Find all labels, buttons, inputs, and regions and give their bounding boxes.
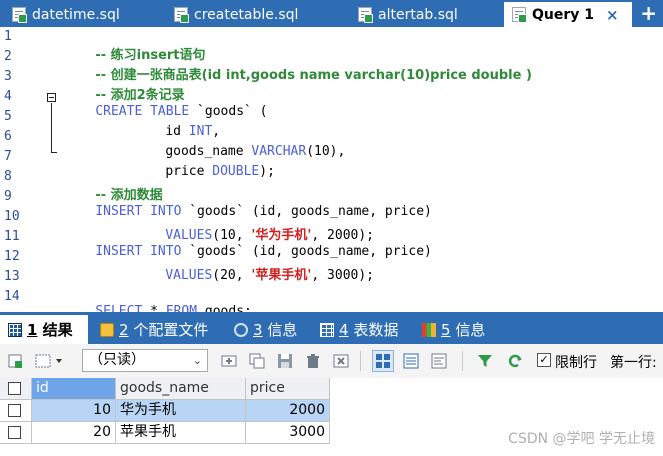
chevron-down-icon: ⌄ xyxy=(192,354,202,367)
line-number: 7 xyxy=(4,149,12,164)
tab-number: 4 xyxy=(339,321,349,339)
sql-file-icon xyxy=(512,7,527,23)
select-all-cell[interactable] xyxy=(0,378,32,400)
add-tab-icon[interactable]: + xyxy=(640,1,657,25)
code-text: , 3000); xyxy=(311,268,375,283)
tab-label: createtable.sql xyxy=(194,6,299,23)
fold-guide xyxy=(51,103,52,153)
table-cell-price[interactable]: 2000 xyxy=(246,400,330,422)
tab-number: 3 xyxy=(253,321,263,339)
code-text: (10), xyxy=(306,144,346,159)
fold-guide-end xyxy=(51,152,57,153)
line-number: 13 xyxy=(4,269,20,284)
table-cell-goods-name[interactable]: 华为手机 xyxy=(116,400,246,422)
row-checkbox[interactable] xyxy=(8,404,21,417)
column-header-id[interactable]: id xyxy=(32,378,116,400)
export-icon[interactable] xyxy=(6,352,24,370)
toolbar-separator xyxy=(462,351,463,371)
save-icon[interactable] xyxy=(276,352,294,370)
tab-altertab-sql[interactable]: altertab.sql xyxy=(350,2,500,27)
string-literal: '苹果手机' xyxy=(251,268,312,283)
row-selector[interactable] xyxy=(0,422,32,444)
table-data-icon xyxy=(320,322,334,337)
filter-icon[interactable] xyxy=(476,352,494,370)
text-view-icon[interactable] xyxy=(430,352,448,370)
tab-label: 结果 xyxy=(37,321,73,339)
fold-toggle-icon[interactable] xyxy=(47,93,56,102)
tab-label: 信息 xyxy=(262,321,298,339)
line-number: 11 xyxy=(4,229,20,244)
line-number: 1 xyxy=(4,29,12,44)
tab-info-5[interactable]: 5 信息 xyxy=(414,315,504,344)
toolbar-separator xyxy=(360,351,361,371)
sql-file-icon xyxy=(12,7,27,23)
info-icon xyxy=(234,322,248,337)
watermark: CSDN @学吧 学无止境 xyxy=(508,431,655,447)
table-cell-id[interactable]: 20 xyxy=(32,422,116,444)
line-number: 5 xyxy=(4,109,12,124)
result-toolbar: （只读） ⌄ ✓ 限制行 第一行: xyxy=(0,344,663,379)
tab-label: Query 1 xyxy=(532,6,595,23)
insert-row-icon[interactable] xyxy=(220,352,238,370)
keyword: VALUES xyxy=(165,268,213,283)
column-header-goods-name[interactable]: goods_name xyxy=(116,378,246,400)
tab-label: 信息 xyxy=(450,321,486,339)
view-mode-dropdown-icon[interactable] xyxy=(34,352,66,370)
line-number: 10 xyxy=(4,209,20,224)
close-tab-icon[interactable]: × xyxy=(606,6,619,24)
info-bars-icon xyxy=(422,322,436,337)
limit-rows-label: 限制行 xyxy=(555,355,597,371)
tab-number: 5 xyxy=(441,321,451,339)
sql-file-icon xyxy=(174,7,189,23)
grid-icon xyxy=(8,322,22,337)
line-number: 6 xyxy=(4,129,12,144)
sql-file-icon xyxy=(358,7,373,23)
tab-result[interactable]: 1 结果 xyxy=(0,315,88,344)
tab-label: datetime.sql xyxy=(32,6,120,23)
grid-view-icon[interactable] xyxy=(372,350,394,372)
limit-rows-checkbox[interactable]: ✓ xyxy=(537,353,551,367)
table-cell-id[interactable]: 10 xyxy=(32,400,116,422)
table-cell-goods-name[interactable]: 苹果手机 xyxy=(116,422,246,444)
result-tab-bar: 1 结果 2 个配置文件 3 信息 4 表数据 5 信息 xyxy=(0,312,663,344)
refresh-icon[interactable] xyxy=(506,352,524,370)
select-all-checkbox[interactable] xyxy=(8,382,21,395)
line-number: 3 xyxy=(4,69,12,84)
code-text: price xyxy=(165,164,213,179)
line-number: 9 xyxy=(4,189,12,204)
duplicate-row-icon[interactable] xyxy=(248,352,266,370)
keyword: DOUBLE xyxy=(212,164,260,179)
line-number: 12 xyxy=(4,249,20,264)
line-number: 2 xyxy=(4,49,12,64)
table-cell-price[interactable]: 3000 xyxy=(246,422,330,444)
tab-label: altertab.sql xyxy=(378,6,458,23)
tab-table-data[interactable]: 4 表数据 xyxy=(312,315,412,344)
file-tab-bar: datetime.sql createtable.sql altertab.sq… xyxy=(0,0,663,27)
tab-profiles[interactable]: 2 个配置文件 xyxy=(92,315,222,344)
readonly-select-value: （只读） xyxy=(89,352,145,368)
readonly-select[interactable]: （只读） ⌄ xyxy=(82,349,208,372)
tab-number: 1 xyxy=(27,321,38,339)
code-text: ); xyxy=(259,164,275,179)
tab-datetime-sql[interactable]: datetime.sql xyxy=(4,2,164,27)
line-number: 8 xyxy=(4,169,12,184)
tab-info[interactable]: 3 信息 xyxy=(226,315,306,344)
line-number: 14 xyxy=(4,289,20,304)
tab-number: 2 xyxy=(119,321,129,339)
cancel-changes-icon[interactable] xyxy=(332,352,350,370)
first-row-label: 第一行: xyxy=(610,355,657,371)
tab-label: 个配置文件 xyxy=(128,321,209,339)
sql-editor[interactable]: 1 2 3 4 5 6 7 8 9 10 11 12 13 14 -- 练习in… xyxy=(0,27,663,319)
tab-createtable-sql[interactable]: createtable.sql xyxy=(166,2,344,27)
column-header-price[interactable]: price xyxy=(246,378,330,400)
delete-icon[interactable] xyxy=(304,352,322,370)
tab-label: 表数据 xyxy=(348,321,399,339)
tab-query-1[interactable]: Query 1 × xyxy=(504,2,632,27)
profile-icon xyxy=(100,322,114,337)
line-number: 4 xyxy=(4,89,12,104)
code-text: (20, xyxy=(212,268,252,283)
form-view-icon[interactable] xyxy=(402,352,420,370)
row-selector[interactable] xyxy=(0,400,32,422)
row-checkbox[interactable] xyxy=(8,426,21,439)
